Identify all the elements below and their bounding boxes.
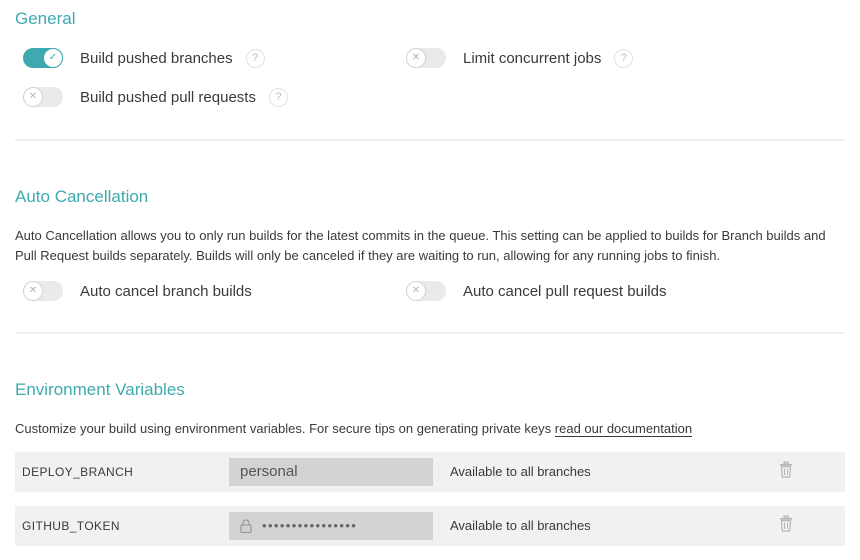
env-var-scope: Available to all branches	[450, 518, 591, 533]
section-divider	[15, 139, 845, 141]
limit-concurrent-jobs-setting: ✕ Limit concurrent jobs ?	[406, 47, 634, 69]
settings-page: General ✓ Build pushed branches ? ✕ Limi…	[0, 0, 860, 560]
environment-variables-section-title: Environment Variables	[15, 380, 185, 399]
trash-icon[interactable]	[779, 515, 793, 532]
question-icon[interactable]: ?	[245, 48, 265, 68]
x-icon: ✕	[406, 48, 426, 68]
auto-cancel-branch-toggle[interactable]: ✕	[23, 281, 63, 301]
lock-icon	[240, 519, 252, 534]
build-pushed-pull-requests-setting: ✕ Build pushed pull requests ?	[23, 86, 288, 108]
build-pushed-pull-requests-label: Build pushed pull requests	[80, 88, 256, 106]
env-var-value-text: personal	[240, 463, 298, 480]
auto-cancel-pull-request-label: Auto cancel pull request builds	[463, 282, 667, 300]
build-pushed-branches-label: Build pushed branches	[80, 49, 233, 67]
trash-icon[interactable]	[779, 461, 793, 478]
section-divider	[15, 332, 845, 334]
auto-cancel-branch-setting: ✕ Auto cancel branch builds	[23, 280, 252, 302]
env-var-value: ••••••••••••••••	[229, 512, 433, 540]
env-var-value: personal	[229, 458, 433, 486]
environment-variables-description: Customize your build using environment v…	[15, 419, 845, 439]
environment-variables-description-text: Customize your build using environment v…	[15, 421, 555, 436]
auto-cancellation-section-title: Auto Cancellation	[15, 187, 149, 206]
build-pushed-branches-toggle[interactable]: ✓	[23, 48, 63, 68]
env-var-row: DEPLOY_BRANCH personal Available to all …	[15, 452, 845, 492]
auto-cancel-pull-request-toggle[interactable]: ✕	[406, 281, 446, 301]
check-icon: ✓	[43, 48, 63, 68]
env-var-name: DEPLOY_BRANCH	[22, 465, 134, 479]
limit-concurrent-jobs-label: Limit concurrent jobs	[463, 49, 602, 67]
limit-concurrent-jobs-toggle[interactable]: ✕	[406, 48, 446, 68]
general-section-title: General	[15, 9, 76, 28]
env-var-name: GITHUB_TOKEN	[22, 519, 120, 533]
build-pushed-branches-setting: ✓ Build pushed branches ?	[23, 47, 265, 69]
env-var-value-text: ••••••••••••••••	[262, 518, 358, 534]
auto-cancellation-description: Auto Cancellation allows you to only run…	[15, 228, 826, 263]
build-pushed-pull-requests-toggle[interactable]: ✕	[23, 87, 63, 107]
x-icon: ✕	[406, 281, 426, 301]
x-icon: ✕	[23, 87, 43, 107]
x-icon: ✕	[23, 281, 43, 301]
question-icon[interactable]: ?	[614, 48, 634, 68]
env-var-scope: Available to all branches	[450, 464, 591, 479]
auto-cancel-branch-label: Auto cancel branch builds	[80, 282, 252, 300]
auto-cancel-pull-request-setting: ✕ Auto cancel pull request builds	[406, 280, 666, 302]
env-var-row: GITHUB_TOKEN •••••••••••••••• Available …	[15, 506, 845, 546]
question-icon[interactable]: ?	[268, 87, 288, 107]
documentation-link[interactable]: read our documentation	[554, 421, 693, 437]
